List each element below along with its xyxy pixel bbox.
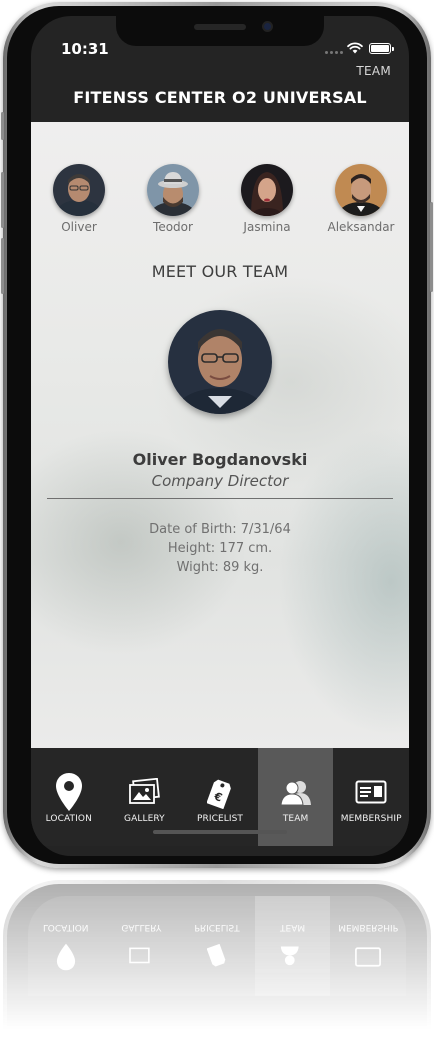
signal-dots-icon xyxy=(325,51,343,54)
reflection-team-icon xyxy=(278,942,308,972)
mute-switch xyxy=(1,112,4,140)
speaker-grille xyxy=(194,24,246,30)
tab-label: PRICELIST xyxy=(196,814,244,824)
reflection-label: PRICELIST xyxy=(194,922,240,932)
price-tag-icon: € xyxy=(200,772,240,812)
reflection-price-tag-icon xyxy=(202,942,232,972)
app-title: FITENSS CENTER O2 UNIVERSAL xyxy=(73,88,367,107)
reflection-tab-pricelist: PRICELIST xyxy=(179,896,255,996)
power-button xyxy=(430,202,433,292)
tab-label: LOCATION xyxy=(45,814,92,824)
home-indicator xyxy=(153,830,287,834)
jasmina-photo xyxy=(241,164,293,216)
team-member-carousel: Oliver Teodor Jasmina Aleksandar xyxy=(31,164,409,244)
teodor-photo xyxy=(147,164,199,216)
gallery-icon xyxy=(124,772,164,812)
reflection-tab-team: TEAM xyxy=(254,896,331,996)
tab-label: TEAM xyxy=(282,814,309,824)
reflection-label: GALLERY xyxy=(121,922,162,932)
reflection-tab-gallery: GALLERY xyxy=(104,896,180,996)
reflection-label: TEAM xyxy=(280,922,306,932)
reflection-tab-location: LOCATION xyxy=(28,896,104,996)
wifi-icon xyxy=(347,42,363,54)
current-tab-name: TEAM xyxy=(356,64,391,78)
member-details: Date of Birth: 7/31/64 Height: 177 cm. W… xyxy=(31,520,409,577)
avatar xyxy=(241,164,293,216)
status-icons xyxy=(347,42,394,54)
status-time: 10:31 xyxy=(61,40,109,58)
selected-member-photo xyxy=(168,310,272,414)
location-pin-icon xyxy=(49,772,89,812)
team-member-oliver[interactable]: Oliver xyxy=(39,164,119,234)
date-of-birth: Date of Birth: 7/31/64 xyxy=(149,522,291,537)
battery-icon xyxy=(369,42,394,54)
tab-label: MEMBERSHIP xyxy=(340,814,402,824)
reflection-label: LOCATION xyxy=(43,922,89,932)
membership-card-icon xyxy=(351,772,391,812)
reflection-tab-membership: MEMBERSHIP xyxy=(330,896,406,996)
app-screen: 10:31 TEAM FITENSS CENTER O2 UNIVERSAL O… xyxy=(31,16,409,856)
volume-down-button xyxy=(1,238,4,294)
section-title: MEET OUR TEAM xyxy=(151,262,289,281)
volume-up-button xyxy=(1,172,4,228)
reflection-membership-card-icon xyxy=(353,942,383,972)
reflection-location-pin-icon xyxy=(51,942,81,972)
phone-frame: 10:31 TEAM FITENSS CENTER O2 UNIVERSAL O… xyxy=(1,2,433,868)
oliver-large-photo xyxy=(168,310,272,414)
team-content: Oliver Teodor Jasmina Aleksandar MEET OU… xyxy=(31,122,409,748)
team-member-jasmina[interactable]: Jasmina xyxy=(227,164,307,234)
tab-location[interactable]: LOCATION xyxy=(31,748,107,846)
avatar xyxy=(53,164,105,216)
height: Height: 177 cm. xyxy=(167,541,273,556)
reflection-label: MEMBERSHIP xyxy=(338,922,399,932)
avatar xyxy=(147,164,199,216)
team-icon xyxy=(276,772,316,812)
bottom-tab-bar: LOCATION GALLERY € PRICELIST TEAM MEMBER… xyxy=(31,748,409,846)
front-camera xyxy=(262,21,273,32)
divider xyxy=(47,498,393,499)
reflection-gallery-icon xyxy=(126,942,156,972)
member-full-name: Oliver Bogdanovski xyxy=(132,450,308,469)
tab-membership[interactable]: MEMBERSHIP xyxy=(333,748,409,846)
member-name: Jasmina xyxy=(243,220,291,234)
member-role: Company Director xyxy=(151,472,289,490)
notch xyxy=(116,16,324,46)
weight: Wight: 89 kg. xyxy=(176,560,264,575)
member-name: Oliver xyxy=(61,220,97,234)
avatar xyxy=(335,164,387,216)
member-name: Aleksandar xyxy=(327,220,395,234)
reflection-tab-bar: LOCATION GALLERY PRICELIST TEAM MEMBERSH… xyxy=(28,896,406,996)
tab-label: GALLERY xyxy=(124,814,165,824)
team-member-teodor[interactable]: Teodor xyxy=(133,164,213,234)
phone-reflection: LOCATION GALLERY PRICELIST TEAM MEMBERSH… xyxy=(3,880,431,1038)
oliver-photo xyxy=(53,164,105,216)
member-name: Teodor xyxy=(153,220,193,234)
aleksandar-photo xyxy=(335,164,387,216)
team-member-aleksandar[interactable]: Aleksandar xyxy=(321,164,401,234)
